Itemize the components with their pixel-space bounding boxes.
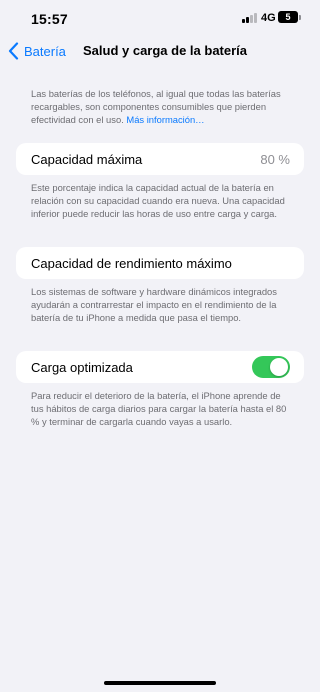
cellular-signal-icon [242,13,258,23]
home-indicator [104,681,216,685]
toggle-knob [270,358,288,376]
optimized-charging-row: Carga optimizada [16,351,304,383]
chevron-left-icon [8,42,19,60]
optimized-charging-label: Carga optimizada [31,360,133,375]
back-button[interactable]: Batería [8,40,66,62]
more-info-link[interactable]: Más información… [126,114,204,125]
back-label: Batería [24,43,66,59]
optimized-charging-toggle[interactable] [252,356,290,378]
peak-performance-label: Capacidad de rendimiento máximo [31,256,232,271]
status-time: 15:57 [31,11,68,27]
peak-performance-description: Los sistemas de software y hardware diná… [31,286,277,323]
peak-performance-row[interactable]: Capacidad de rendimiento máximo [16,247,304,279]
max-capacity-label: Capacidad máxima [31,152,143,167]
battery-health-screen: 15:57 4G 5 Batería Salud y carga de la b… [0,0,320,692]
battery-icon: 5 [278,11,298,23]
status-bar: 15:57 4G 5 [0,0,320,36]
max-capacity-value: 80 % [260,152,290,167]
max-capacity-description: Este porcentaje indica la capacidad actu… [31,182,285,219]
navigation-bar: Batería Salud y carga de la batería [0,36,320,66]
max-capacity-row: Capacidad máxima 80 % [16,143,304,175]
optimized-charging-description: Para reducir el deterioro de la batería,… [31,390,287,427]
network-type: 4G [261,12,276,24]
battery-tip [299,15,301,20]
page-title: Salud y carga de la batería [83,43,248,58]
intro-description: Las baterías de los teléfonos, al igual … [31,87,295,126]
